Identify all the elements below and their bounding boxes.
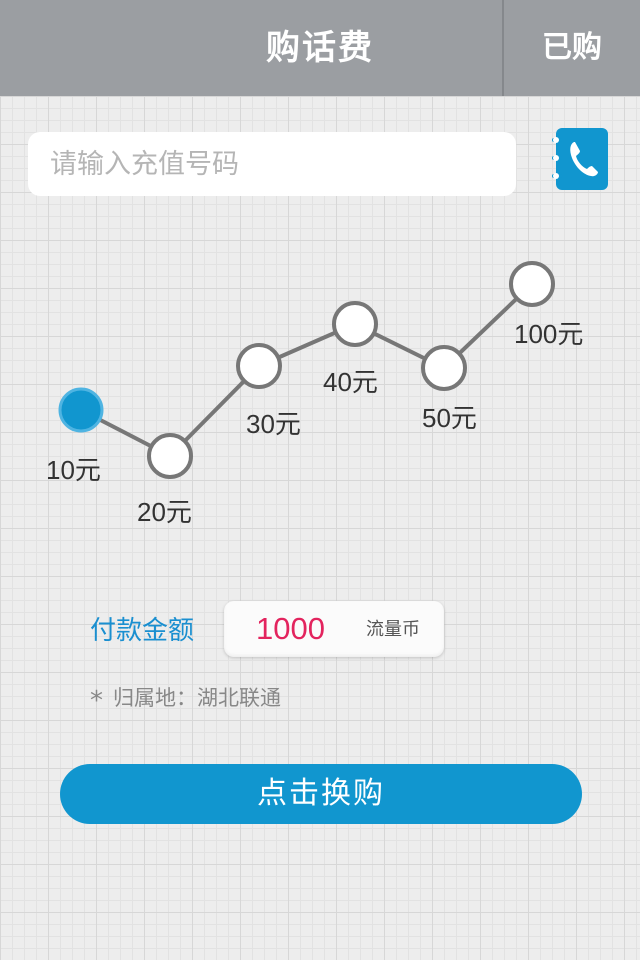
exchange-button[interactable]: 点击换购 <box>60 764 582 824</box>
denomination-label-6: 100元 <box>514 319 584 349</box>
denomination-node-4[interactable] <box>332 301 378 347</box>
denomination-label-2: 20元 <box>137 497 192 527</box>
note-star: * <box>90 686 103 716</box>
carrier-note-text: 归属地：湖北联通 <box>113 686 281 710</box>
payment-amount-box: 1000 流量币 <box>224 601 444 657</box>
carrier-note: * 归属地：湖北联通 <box>90 682 281 716</box>
payment-amount-label: 付款金额 <box>90 616 195 646</box>
payment-amount-value: 1000 <box>256 611 325 646</box>
denomination-label-3: 30元 <box>246 409 301 439</box>
denomination-label-1: 10元 <box>46 455 101 485</box>
denomination-node-5[interactable] <box>421 345 467 391</box>
denomination-label-5: 50元 <box>422 403 477 433</box>
denomination-node-2[interactable] <box>147 433 193 479</box>
denomination-node-1[interactable] <box>58 387 104 433</box>
denomination-node-3[interactable] <box>236 343 282 389</box>
denomination-label-4: 40元 <box>323 367 378 397</box>
payment-amount-unit: 流量币 <box>366 619 420 640</box>
denomination-node-6[interactable] <box>509 261 555 307</box>
